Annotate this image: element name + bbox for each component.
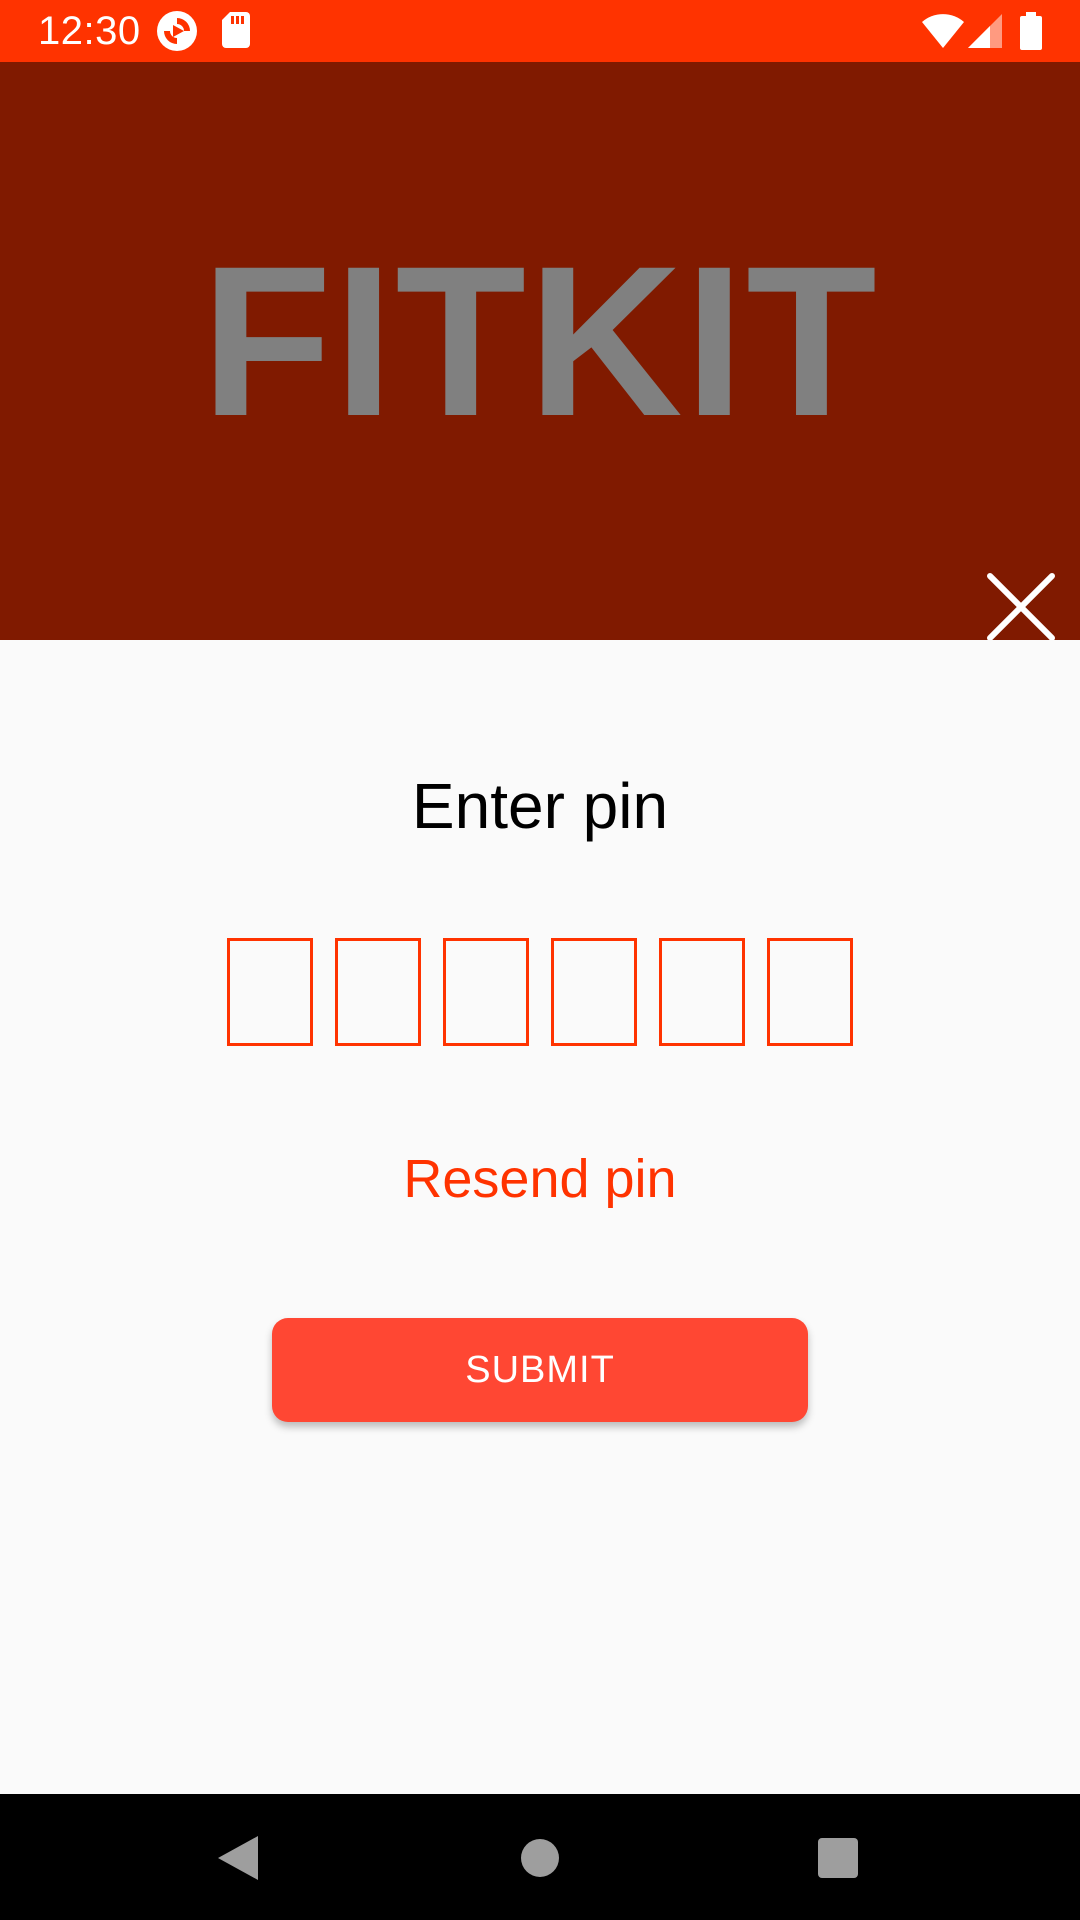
navigation-bar (0, 1794, 1080, 1920)
brand-logo: FITKIT (201, 222, 879, 461)
sd-card-icon (222, 12, 250, 48)
header-banner: FITKIT (0, 62, 1080, 641)
screen: 12:30 FITKIT Enter pin Resend pin SUBMIT (0, 0, 1080, 1920)
pin-form: Enter pin Resend pin SUBMIT (0, 640, 1080, 1794)
pin-digit-2[interactable] (335, 938, 421, 1046)
home-icon[interactable] (520, 1838, 560, 1878)
pin-digit-3[interactable] (443, 938, 529, 1046)
pin-digit-6[interactable] (767, 938, 853, 1046)
close-icon[interactable] (984, 570, 1058, 644)
pin-digit-5[interactable] (659, 938, 745, 1046)
back-icon[interactable] (216, 1834, 260, 1882)
status-bar: 12:30 (0, 0, 1080, 62)
resend-pin-link[interactable]: Resend pin (0, 1146, 1080, 1212)
page-title: Enter pin (411, 770, 669, 842)
sync-icon (157, 11, 197, 51)
wifi-icon (922, 14, 964, 48)
pin-digit-4[interactable] (551, 938, 637, 1046)
signal-icon (968, 14, 1002, 48)
pin-digit-1[interactable] (227, 938, 313, 1046)
status-time: 12:30 (38, 9, 141, 53)
pin-input-group (227, 938, 853, 1046)
battery-icon (1020, 12, 1042, 50)
recents-icon[interactable] (818, 1838, 858, 1878)
submit-button[interactable]: SUBMIT (272, 1318, 808, 1422)
